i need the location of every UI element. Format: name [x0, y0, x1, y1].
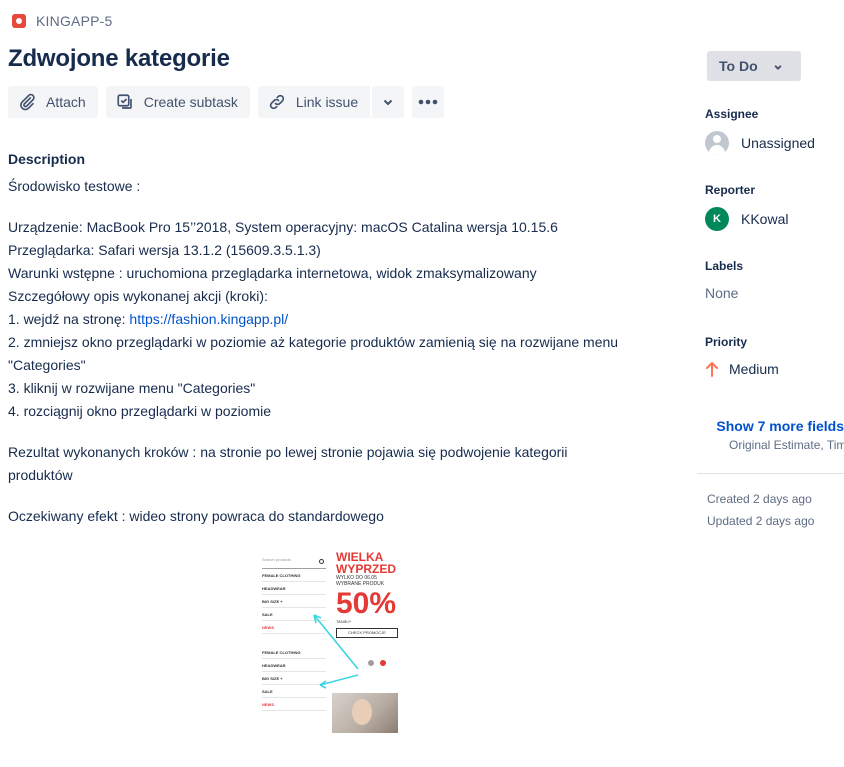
more-actions-button[interactable]: [412, 86, 445, 118]
breadcrumb: KINGAPP-5: [12, 12, 113, 30]
model-photo: [332, 693, 398, 733]
desc-env: Środowisko testowe :: [8, 178, 141, 194]
subtask-icon: [117, 94, 132, 109]
link-icon: [269, 94, 285, 110]
desc-step1-prefix: 1. wejdź na stronę:: [8, 311, 130, 327]
description-body[interactable]: Środowisko testowe : Urządzenie: MacBook…: [8, 175, 648, 528]
site-link[interactable]: https://fashion.kingapp.pl/: [129, 311, 288, 327]
desc-step3: 3. kliknij w rozwijane menu "Categories": [8, 380, 256, 396]
priority-value: Medium: [729, 361, 779, 377]
desc-step1: 1. wejdź na stronę: https://fashion.king…: [8, 308, 648, 331]
desc-device: Urządzenie: MacBook Pro 15’’2018, System…: [8, 219, 558, 235]
attach-label: Attach: [46, 94, 86, 110]
desc-step4: 4. rozciągnij okno przeglądarki w poziom…: [8, 403, 272, 419]
desc-step2: 2. zmniejsz okno przeglądarki w poziomie…: [8, 334, 619, 373]
desc-preconditions: Warunki wstępne : uruchomiona przeglądar…: [8, 265, 537, 281]
issue-key[interactable]: KINGAPP-5: [36, 13, 113, 29]
show-more-fields-sub: Original Estimate, Time tracking: [729, 438, 844, 452]
show-more-fields-link: Show 7 more fields: [716, 418, 844, 434]
issue-toolbar: Attach Create subtask Link issue: [8, 86, 452, 118]
page-title[interactable]: Zdwojone kategorie: [8, 45, 230, 73]
labels-value: None: [705, 285, 739, 301]
desc-result: Rezultat wykonanych kroków : na stronie …: [8, 444, 568, 483]
link-issue-dropdown-button[interactable]: [372, 86, 405, 118]
attachment-thumbnail[interactable]: Search products FEMALE CLOTHING HEADWEAR…: [258, 545, 398, 733]
chevron-down-icon: [774, 65, 782, 70]
reporter-field[interactable]: K KKowal: [705, 207, 788, 231]
more-horizontal-icon: [418, 99, 438, 105]
create-subtask-button[interactable]: Create subtask: [105, 86, 250, 118]
show-more-fields[interactable]: Show 7 more fields Original Estimate, Ti…: [705, 418, 844, 452]
link-issue-label: Link issue: [295, 94, 359, 110]
assignee-field[interactable]: Unassigned: [705, 131, 815, 155]
reporter-label: Reporter: [705, 183, 756, 197]
chevron-down-icon: [383, 99, 393, 106]
updated-date: Updated 2 days ago: [707, 514, 815, 528]
priority-label: Priority: [705, 335, 748, 349]
arrow-up-icon: [706, 362, 718, 377]
description-heading: Description: [8, 151, 86, 167]
assignee-value: Unassigned: [741, 135, 815, 151]
labels-label: Labels: [705, 259, 744, 273]
bug-icon: [12, 14, 26, 28]
desc-expected: Oczekiwany efekt : wideo strony powraca …: [8, 508, 384, 524]
attach-button[interactable]: Attach: [8, 86, 98, 118]
status-label: To Do: [719, 58, 758, 74]
chevron-down-icon: [705, 425, 707, 427]
assignee-label: Assignee: [705, 107, 759, 121]
status-button[interactable]: To Do: [707, 51, 801, 81]
paperclip-icon: [20, 93, 35, 111]
desc-browser: Przeglądarka: Safari wersja 13.1.2 (1560…: [8, 242, 321, 258]
avatar: K: [705, 207, 729, 231]
reporter-value: KKowal: [741, 211, 789, 227]
link-issue-button[interactable]: Link issue: [257, 86, 371, 118]
created-date: Created 2 days ago: [707, 492, 812, 506]
divider: [697, 473, 844, 474]
create-subtask-label: Create subtask: [143, 94, 238, 110]
avatar: [705, 131, 729, 155]
labels-field[interactable]: None: [705, 285, 738, 301]
desc-steps-intro: Szczegółowy opis wykonanej akcji (kroki)…: [8, 288, 268, 304]
priority-field[interactable]: Medium: [705, 361, 779, 377]
